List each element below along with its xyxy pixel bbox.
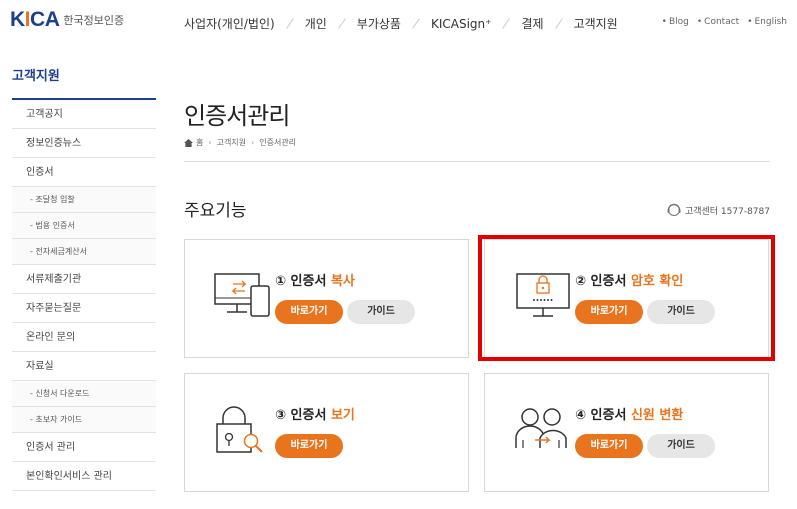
go-button-cert-copy[interactable]: 바로가기 [275, 300, 343, 324]
english-link[interactable]: English [747, 17, 788, 27]
sidebar-title: 고객지원 [12, 60, 156, 100]
card-number: ④ [575, 408, 587, 423]
go-button-cert-view[interactable]: 바로가기 [275, 434, 343, 458]
breadcrumb: 홈 › 고객지원 › 인증서관리 [184, 137, 296, 148]
monitor-transfer-icon [214, 273, 270, 317]
sidebar-item-notice[interactable]: 고객공지 [12, 100, 156, 129]
card-cert-copy: ① 인증서 복사 바로가기 가이드 [184, 239, 469, 358]
sidebar-item-faq[interactable]: 자주묻는질문 [12, 294, 156, 323]
kica-logo[interactable]: KICA 한국정보인증 [10, 8, 124, 32]
utility-links: Blog Contact English [654, 17, 787, 27]
card-number: ③ [275, 408, 287, 423]
card-identity-change: ④ 인증서 신원 변환 바로가기 가이드 [484, 373, 769, 492]
breadcrumb-separator: › [208, 138, 212, 147]
logo-text: 한국정보인증 [63, 14, 125, 27]
sidebar-item-cert-management[interactable]: 인증서 관리 [12, 433, 156, 462]
sidebar-item-doc-submission[interactable]: 서류제출기관 [12, 265, 156, 294]
section-title: 주요기능 [184, 201, 247, 221]
logo-mark: KICA [10, 8, 60, 31]
breadcrumb-support[interactable]: 고객지원 [217, 137, 246, 148]
sidebar-item-online-inquiry[interactable]: 온라인 문의 [12, 323, 156, 352]
card-title-prefix: 인증서 [290, 274, 331, 289]
sidebar-subitem-form-download[interactable]: - 신청서 다운로드 [12, 381, 156, 407]
contact-link[interactable]: Contact [697, 17, 739, 27]
title-divider [184, 161, 770, 162]
sidebar-subitem-procurement[interactable]: - 조달청 입찰 [12, 187, 156, 213]
card-title: ③ 인증서 보기 [275, 404, 355, 423]
customer-center-text: 고객센터 1577-8787 [684, 206, 770, 217]
headset-icon [667, 203, 681, 216]
sidebar-item-identity-service[interactable]: 본인확인서비스 관리 [12, 462, 156, 491]
highlight-box [478, 235, 775, 361]
breadcrumb-home[interactable]: 홈 [196, 137, 203, 148]
page-title: 인증서관리 [184, 102, 290, 130]
sidebar-item-certificate[interactable]: 인증서 [12, 158, 156, 187]
lock-search-icon [216, 406, 263, 453]
sidebar-subitem-general-cert[interactable]: - 범용 인증서 [12, 213, 156, 239]
go-button-identity-change[interactable]: 바로가기 [575, 434, 643, 458]
sidebar-item-news[interactable]: 정보인증뉴스 [12, 129, 156, 158]
breadcrumb-current: 인증서관리 [259, 138, 297, 147]
card-title-prefix: 인증서 [590, 408, 631, 423]
nav-divider [337, 18, 346, 29]
nav-business[interactable]: 사업자(개인/법인) [184, 15, 275, 32]
sidebar-subitem-e-tax[interactable]: - 전자세금계산서 [12, 239, 156, 265]
card-cert-view: ③ 인증서 보기 바로가기 [184, 373, 469, 492]
home-icon[interactable] [184, 138, 193, 147]
site-header: KICA 한국정보인증 사업자(개인/법인) 개인 부가상품 KICASign⁺… [0, 0, 797, 48]
nav-divider [285, 18, 294, 29]
nav-payment[interactable]: 결제 [521, 15, 543, 32]
nav-divider [412, 18, 420, 29]
nav-divider [502, 18, 511, 29]
card-title: ① 인증서 복사 [275, 270, 355, 289]
nav-addons[interactable]: 부가상품 [357, 15, 401, 32]
card-title-accent: 신원 변환 [630, 408, 684, 423]
card-title-prefix: 인증서 [290, 408, 331, 423]
sidebar-subitem-beginner-guide[interactable]: - 초보자 가이드 [12, 407, 156, 433]
nav-support[interactable]: 고객지원 [574, 15, 618, 32]
card-title: ④ 인증서 신원 변환 [575, 404, 683, 423]
card-title-accent: 보기 [330, 408, 355, 423]
guide-button-cert-copy[interactable]: 가이드 [347, 300, 415, 324]
sidebar-item-resources[interactable]: 자료실 [12, 352, 156, 381]
card-title-accent: 복사 [330, 274, 355, 289]
nav-divider [554, 18, 563, 29]
nav-kicasign[interactable]: KICASign⁺ [431, 17, 492, 31]
nav-personal[interactable]: 개인 [305, 15, 327, 32]
blog-link[interactable]: Blog [662, 17, 689, 27]
breadcrumb-separator: › [251, 138, 255, 147]
customer-center: 고객센터 1577-8787 [666, 202, 770, 218]
people-exchange-icon [515, 408, 567, 448]
sidebar: 고객지원 고객공지 정보인증뉴스 인증서 - 조달청 입찰 - 범용 인증서 -… [12, 60, 156, 491]
card-number: ① [275, 274, 287, 289]
main-nav: 사업자(개인/법인) 개인 부가상품 KICASign⁺ 결제 고객지원 [184, 15, 618, 32]
guide-button-identity-change[interactable]: 가이드 [647, 434, 715, 458]
